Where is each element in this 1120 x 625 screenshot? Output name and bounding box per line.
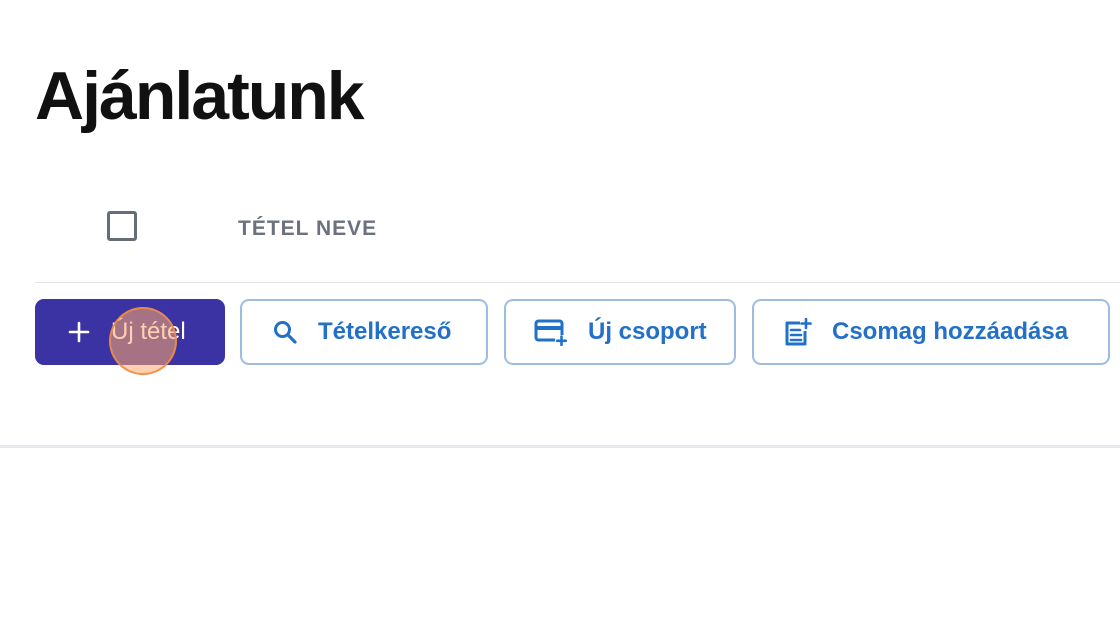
- search-icon: [272, 319, 298, 345]
- section-divider: [0, 445, 1120, 448]
- card-plus-icon: [534, 318, 568, 346]
- add-package-button[interactable]: Csomag hozzáadása: [752, 299, 1110, 365]
- column-header-item-name: TÉTEL NEVE: [238, 217, 378, 240]
- item-search-button-label: Tételkereső: [318, 318, 452, 345]
- item-search-button[interactable]: Tételkereső: [240, 299, 488, 365]
- table-header-row: TÉTEL NEVE: [35, 190, 1120, 283]
- new-group-button-label: Új csoport: [588, 318, 707, 345]
- document-plus-icon: [782, 317, 812, 347]
- page: Ajánlatunk TÉTEL NEVE Új tétel Tételkere…: [0, 0, 1120, 625]
- new-item-button-label: Új tétel: [111, 318, 186, 345]
- select-all-checkbox[interactable]: [107, 211, 137, 241]
- plus-icon: [67, 320, 91, 344]
- new-item-button[interactable]: Új tétel: [35, 299, 225, 365]
- new-group-button[interactable]: Új csoport: [504, 299, 736, 365]
- page-title: Ajánlatunk: [35, 58, 365, 134]
- action-toolbar: Új tétel Tételkereső Új csoport Csomag h…: [35, 299, 1120, 367]
- add-package-button-label: Csomag hozzáadása: [832, 318, 1069, 345]
